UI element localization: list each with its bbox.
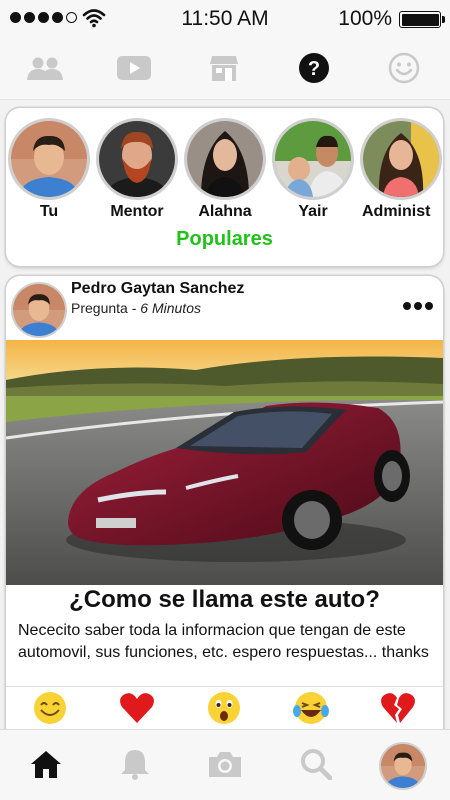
reaction-laugh[interactable] <box>293 690 329 726</box>
nav-notifications[interactable] <box>115 744 155 784</box>
profile-avatar[interactable] <box>379 742 427 790</box>
user-avatar <box>96 118 178 200</box>
post-meta: Pregunta - 6 Minutos <box>71 300 201 316</box>
top-tab-bar: ? <box>0 38 450 100</box>
smile-icon <box>34 692 66 724</box>
bell-icon <box>121 750 149 780</box>
tab-groups[interactable] <box>25 50 65 86</box>
nav-home[interactable] <box>26 744 66 784</box>
post-image[interactable] <box>6 340 443 585</box>
nav-camera[interactable] <box>205 744 245 784</box>
question-post: Pedro Gaytan Sanchez Pregunta - 6 Minuto… <box>6 276 443 746</box>
nav-search[interactable] <box>296 744 336 784</box>
story-alahna[interactable]: Alahna <box>182 118 268 221</box>
story-name: Yair <box>298 203 328 220</box>
home-icon <box>31 751 61 778</box>
user-avatar <box>272 118 354 200</box>
story-administ[interactable]: Administ <box>358 118 443 221</box>
meta-separator: - <box>127 300 141 316</box>
tab-store[interactable] <box>204 50 244 86</box>
laughing-icon <box>293 692 329 724</box>
broken-heart-icon <box>381 693 415 723</box>
more-options-button[interactable] <box>403 302 433 310</box>
popular-section-label: Populares <box>176 228 273 250</box>
group-icon <box>27 57 63 80</box>
author-avatar[interactable] <box>11 282 67 338</box>
story-tu[interactable]: Tu <box>6 118 92 221</box>
camera-icon <box>209 752 241 777</box>
story-mentor[interactable]: Mentor <box>94 118 180 221</box>
question-title: ¿Como se llama este auto? <box>69 586 380 613</box>
tab-questions[interactable]: ? <box>294 50 334 86</box>
reaction-smile[interactable] <box>32 690 68 726</box>
store-icon <box>210 56 238 81</box>
tab-videos[interactable] <box>114 50 154 86</box>
popular-users-card: Tu Mentor Alahna Yair Administ Populares <box>6 108 443 266</box>
smiley-icon <box>388 52 420 84</box>
tab-reactions[interactable] <box>384 50 424 86</box>
surprised-icon <box>208 692 240 724</box>
story-name: Mentor <box>110 203 164 220</box>
story-name: Alahna <box>198 203 252 220</box>
reaction-love[interactable] <box>119 690 155 726</box>
story-name: Administ <box>362 203 431 220</box>
reaction-wow[interactable] <box>206 690 242 726</box>
post-type: Pregunta <box>71 300 128 316</box>
reaction-sad[interactable] <box>380 690 416 726</box>
reaction-bar <box>6 686 443 728</box>
question-icon: ? <box>299 53 329 83</box>
status-bar: 11:50 AM 100% <box>0 0 450 38</box>
user-avatar <box>360 118 442 200</box>
story-name: Tu <box>39 203 59 220</box>
bottom-navigation <box>0 729 450 800</box>
video-icon <box>117 56 151 80</box>
search-icon <box>301 749 332 780</box>
user-avatar <box>184 118 266 200</box>
user-avatar <box>8 118 90 200</box>
svg-text:?: ? <box>308 58 320 80</box>
author-name[interactable]: Pedro Gaytan Sanchez <box>71 280 244 298</box>
post-time: 6 Minutos <box>140 300 201 316</box>
story-yair[interactable]: Yair <box>270 118 356 221</box>
question-body: Nececito saber toda la informacion que t… <box>18 622 429 661</box>
battery-icon <box>399 11 441 28</box>
battery-percentage: 100% <box>338 7 392 30</box>
heart-icon <box>120 693 154 723</box>
